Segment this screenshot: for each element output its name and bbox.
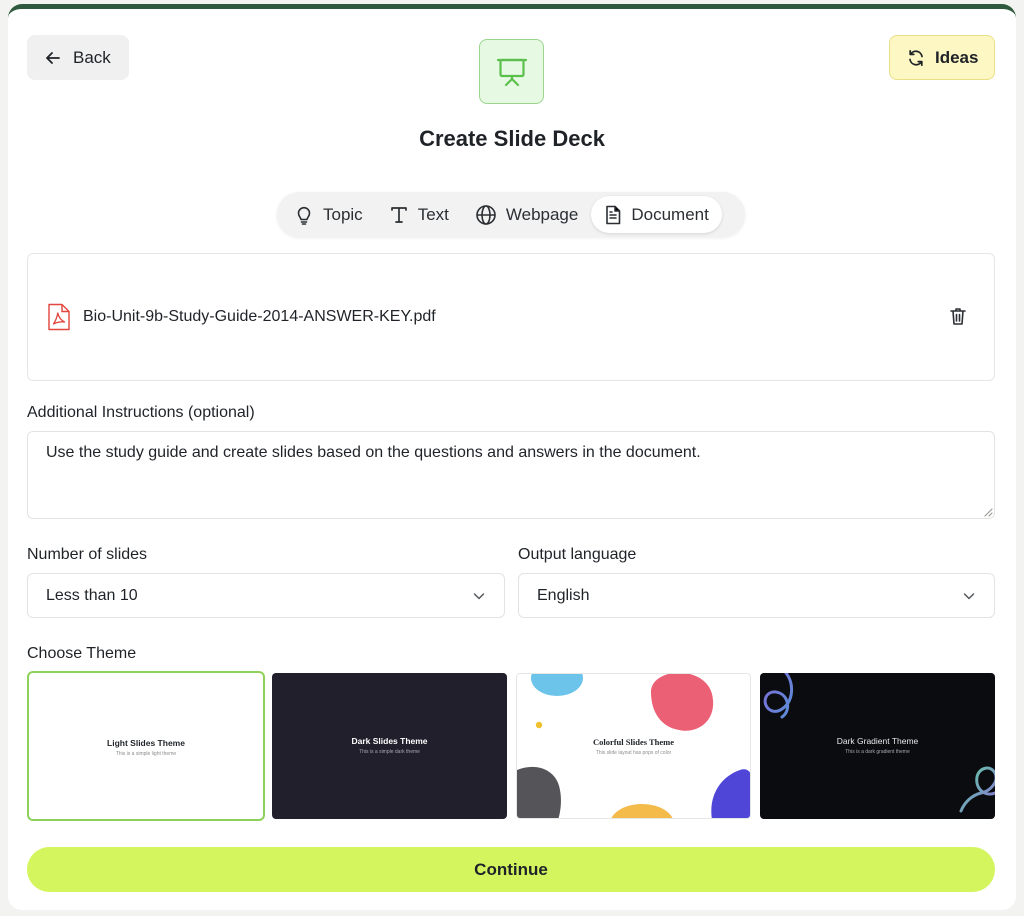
slides-count-value: Less than 10 (46, 586, 138, 604)
theme-light-title: Light Slides Theme (107, 738, 185, 748)
chevron-down-icon (472, 589, 486, 603)
ideas-button[interactable]: Ideas (889, 35, 995, 80)
uploaded-file-box: Bio-Unit-9b-Study-Guide-2014-ANSWER-KEY.… (27, 253, 995, 381)
document-icon (604, 205, 622, 225)
theme-dark-gradient-subtitle: This is a dark gradient theme (845, 749, 910, 755)
back-button[interactable]: Back (27, 35, 129, 80)
page-title: Create Slide Deck (419, 126, 605, 151)
source-tabs: Topic Text Webpage Document (277, 192, 745, 237)
chevron-down-icon (962, 589, 976, 603)
ideas-button-label: Ideas (935, 47, 979, 67)
uploaded-file: Bio-Unit-9b-Study-Guide-2014-ANSWER-KEY.… (47, 303, 436, 331)
instructions-textarea[interactable]: Use the study guide and create slides ba… (27, 431, 995, 519)
presentation-icon (479, 39, 544, 104)
theme-dark-gradient[interactable]: Dark Gradient Theme This is a dark gradi… (760, 673, 995, 819)
refresh-icon (907, 49, 925, 67)
globe-icon (475, 204, 497, 226)
gradient-squiggle-icon (763, 673, 995, 813)
theme-colorful-title: Colorful Slides Theme (592, 737, 675, 747)
theme-dark-subtitle: This is a simple dark theme (359, 749, 420, 755)
tab-document-label: Document (631, 204, 709, 224)
tab-webpage-label: Webpage (505, 204, 579, 224)
slides-count-select[interactable]: Less than 10 (27, 573, 505, 618)
slide-deck-card: Back Ideas Create Slide Deck Topic Text … (8, 4, 1016, 910)
continue-button[interactable]: Continue (27, 847, 995, 892)
tab-document[interactable]: Document (591, 196, 722, 233)
pdf-file-icon (47, 303, 71, 331)
instructions-label: Additional Instructions (optional) (27, 404, 255, 421)
tab-text-label: Text (417, 204, 449, 224)
lightbulb-icon (294, 205, 314, 225)
language-select[interactable]: English (518, 573, 995, 618)
text-icon (389, 205, 409, 225)
theme-light-subtitle: This is a simple light theme (115, 751, 177, 757)
tab-webpage[interactable]: Webpage (462, 196, 591, 233)
theme-dark-title: Dark Slides Theme (351, 736, 428, 746)
tab-text[interactable]: Text (376, 196, 462, 233)
slides-count-label: Number of slides (27, 546, 148, 563)
trash-icon[interactable] (948, 306, 970, 328)
theme-light[interactable]: Light Slides Theme This is a simple ligh… (27, 671, 265, 821)
tab-topic[interactable]: Topic (281, 196, 376, 233)
file-name: Bio-Unit-9b-Study-Guide-2014-ANSWER-KEY.… (83, 308, 436, 325)
tab-topic-label: Topic (323, 204, 363, 224)
theme-dark[interactable]: Dark Slides Theme This is a simple dark … (272, 673, 507, 819)
theme-colorful[interactable]: Colorful Slides Theme This slide layout … (516, 673, 751, 819)
language-label: Output language (518, 546, 637, 563)
theme-colorful-subtitle: This slide layout has pops of color (595, 750, 672, 756)
themes-label: Choose Theme (27, 645, 137, 662)
arrow-left-icon (45, 50, 61, 66)
resize-grip-icon[interactable] (983, 507, 993, 517)
back-button-label: Back (73, 47, 111, 67)
theme-dark-gradient-title: Dark Gradient Theme (836, 736, 919, 746)
language-value: English (537, 586, 590, 604)
